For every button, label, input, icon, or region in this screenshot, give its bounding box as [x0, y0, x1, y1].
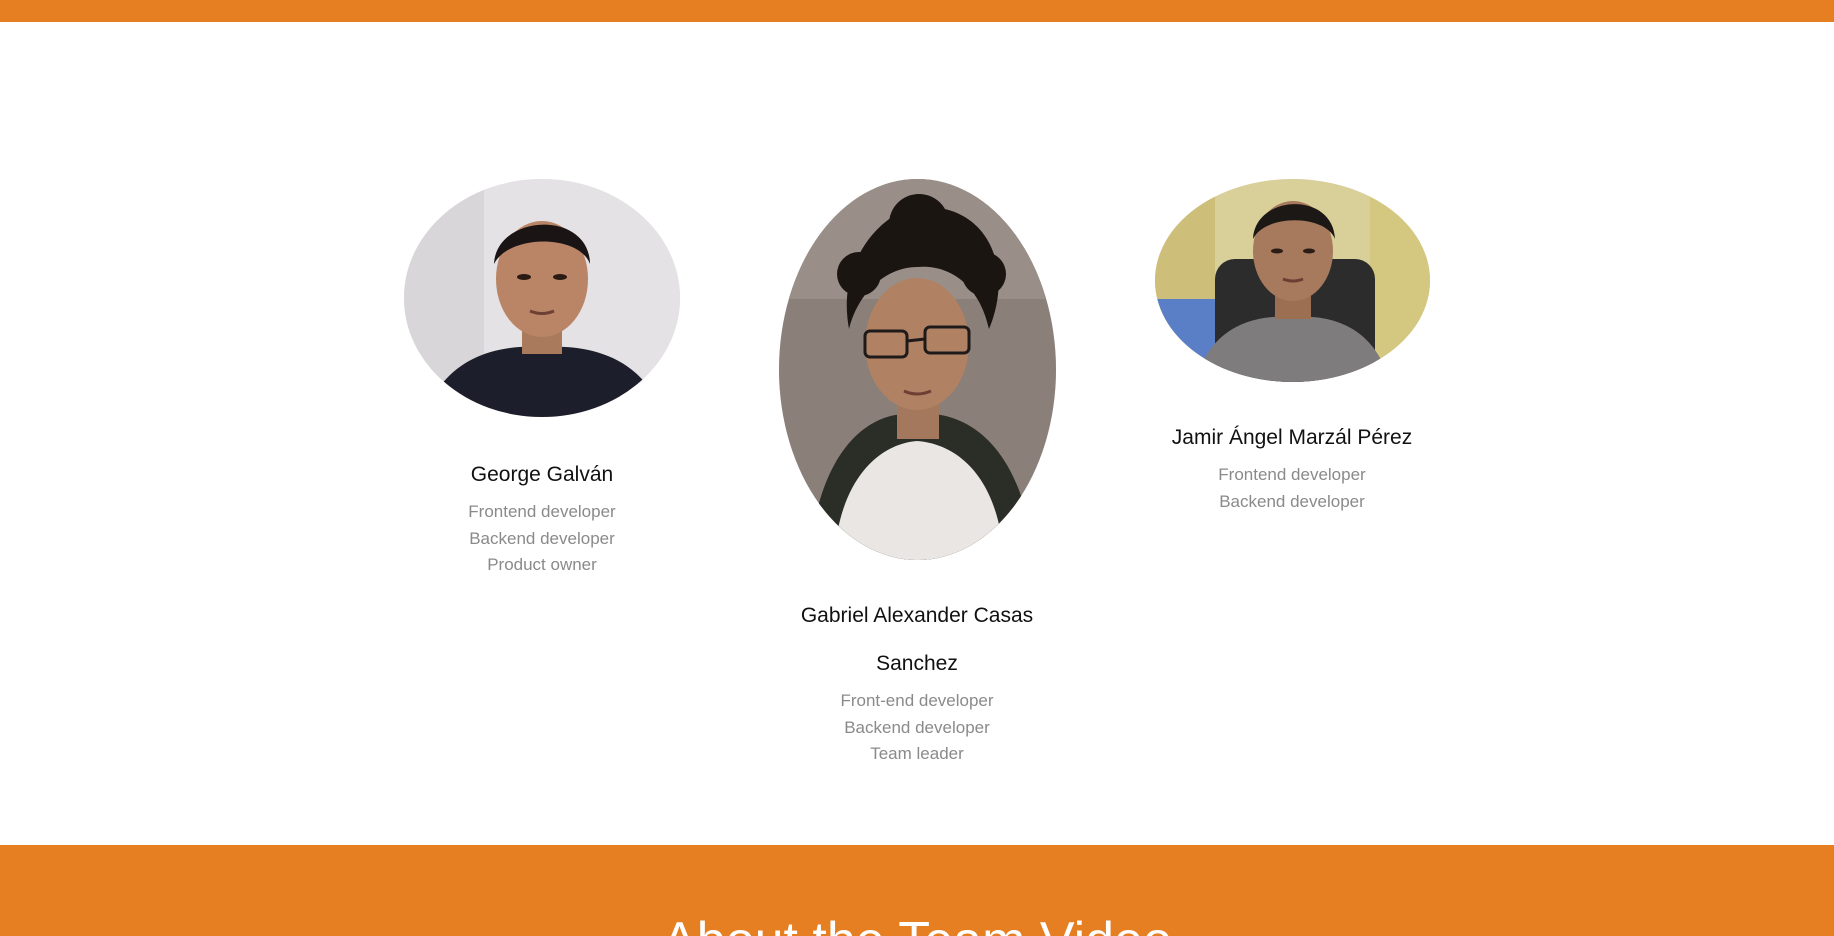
member-photo-image	[404, 179, 680, 417]
member-name: Gabriel Alexander Casas Sanchez	[800, 604, 1034, 675]
team-section: George Galván Frontend developer Backend…	[0, 22, 1834, 845]
member-photo	[778, 179, 1056, 560]
member-roles: Frontend developer Backend developer Pro…	[392, 499, 692, 579]
team-member-card: Jamir Ángel Marzál Pérez Frontend develo…	[1142, 179, 1442, 515]
team-member-card: George Galván Frontend developer Backend…	[392, 179, 692, 579]
member-role: Backend developer	[469, 528, 615, 548]
member-role: Backend developer	[1219, 491, 1365, 511]
member-photo	[1154, 179, 1430, 382]
member-photo-image	[1154, 179, 1430, 382]
member-roles: Front-end developer Backend developer Te…	[767, 688, 1067, 768]
top-accent-bar	[0, 0, 1834, 22]
team-member-card: Gabriel Alexander Casas Sanchez Front-en…	[767, 179, 1067, 768]
member-name: Jamir Ángel Marzál Pérez	[1171, 426, 1413, 449]
member-role: Frontend developer	[468, 502, 616, 521]
member-role: Frontend developer	[1218, 465, 1366, 484]
member-roles: Frontend developer Backend developer	[1142, 462, 1442, 515]
member-role: Front-end developer	[840, 691, 994, 710]
member-photo-image	[778, 179, 1056, 560]
member-photo	[404, 179, 680, 417]
member-role: Backend developer	[844, 717, 990, 737]
section-title: About the Team Video	[0, 911, 1834, 936]
member-role: Product owner	[487, 555, 597, 574]
about-video-section: About the Team Video	[0, 845, 1834, 936]
member-role: Team leader	[870, 744, 964, 763]
member-name: George Galván	[470, 463, 614, 486]
